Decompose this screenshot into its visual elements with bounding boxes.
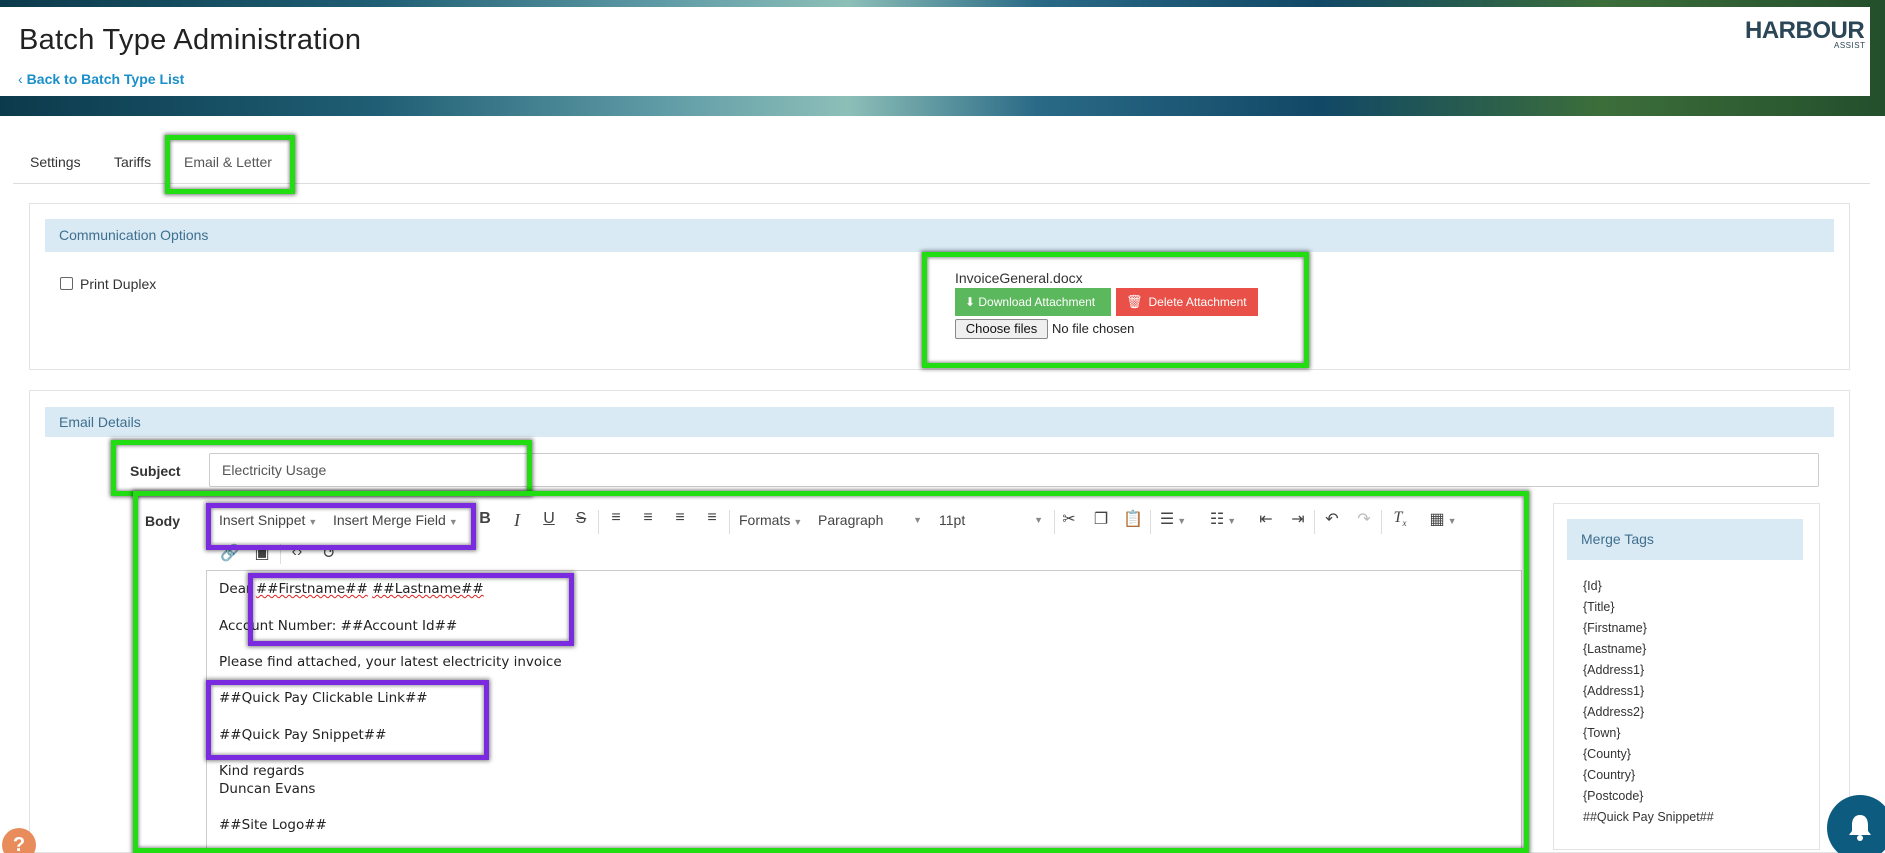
- choose-files-button[interactable]: Choose files: [955, 319, 1048, 339]
- redo-icon[interactable]: ↷: [1352, 509, 1376, 529]
- body-line-greeting: Dear ##Firstname## ##Lastname##: [219, 581, 484, 597]
- tab-bar: [13, 150, 1870, 184]
- trash-icon: 🗑: [1126, 294, 1143, 309]
- tab-email-letter[interactable]: Email & Letter: [184, 154, 272, 170]
- body-line-quick-link: ##Quick Pay Clickable Link##: [219, 690, 428, 706]
- no-file-chosen-label: No file chosen: [1052, 321, 1135, 336]
- caret-down-icon: ▼: [308, 517, 318, 527]
- page-title: Batch Type Administration: [19, 24, 362, 56]
- body-line-account: Account Number: ##Account Id##: [219, 618, 458, 634]
- link-icon[interactable]: 🔗: [218, 543, 242, 563]
- image-icon[interactable]: ▣: [250, 543, 274, 563]
- body-lastname-tag: ##Lastname##: [372, 581, 484, 597]
- merge-tag-item[interactable]: {Town}: [1583, 726, 1621, 740]
- paragraph-dropdown[interactable]: Paragraph ▼: [818, 512, 922, 528]
- merge-tag-item[interactable]: {Firstname}: [1583, 621, 1647, 635]
- chevron-left-icon: ‹: [18, 71, 23, 87]
- outdent-icon[interactable]: ⇤: [1254, 509, 1278, 529]
- tab-tariffs[interactable]: Tariffs: [114, 154, 151, 170]
- toolbar-divider: [1314, 510, 1315, 534]
- caret-down-icon: ▼: [1227, 516, 1237, 526]
- insert-snippet-dropdown[interactable]: Insert Snippet ▼: [219, 512, 317, 528]
- toolbar-divider: [598, 510, 599, 534]
- merge-tag-item[interactable]: ##Quick Pay Snippet##: [1583, 810, 1714, 824]
- subject-input[interactable]: Electricity Usage: [209, 453, 1819, 487]
- caret-down-icon: ▼: [448, 517, 458, 527]
- body-line-kind-regards: Kind regards: [219, 763, 305, 779]
- numbered-list-icon[interactable]: ☷ ▼: [1206, 509, 1240, 529]
- formats-label: Formats: [739, 512, 791, 528]
- paragraph-label: Paragraph: [818, 512, 884, 528]
- merge-tag-item[interactable]: {Address1}: [1583, 684, 1644, 698]
- align-justify-icon[interactable]: ≡: [700, 509, 724, 527]
- bullet-list-icon[interactable]: ☰ ▼: [1156, 509, 1190, 529]
- communication-heading: Communication Options: [45, 219, 1834, 252]
- indent-icon[interactable]: ⇥: [1286, 509, 1310, 529]
- insert-snippet-label: Insert Snippet: [219, 512, 306, 528]
- download-attachment-label: Download Attachment: [978, 295, 1096, 309]
- merge-tag-item[interactable]: {County}: [1583, 747, 1631, 761]
- align-left-icon[interactable]: ≡: [604, 509, 628, 527]
- body-line-site-logo: ##Site Logo##: [219, 817, 327, 833]
- cut-icon[interactable]: ✂: [1057, 509, 1081, 529]
- formats-dropdown[interactable]: Formats ▼: [739, 512, 802, 528]
- align-right-icon[interactable]: ≡: [668, 509, 692, 527]
- toolbar-divider: [280, 544, 281, 564]
- body-line-quick-snippet: ##Quick Pay Snippet##: [219, 727, 387, 743]
- email-details-heading: Email Details: [45, 407, 1834, 437]
- merge-tag-item[interactable]: {Address2}: [1583, 705, 1644, 719]
- print-duplex-label: Print Duplex: [80, 276, 157, 292]
- back-link-label: Back to Batch Type List: [26, 71, 185, 87]
- subject-label: Subject: [130, 463, 181, 479]
- restore-icon[interactable]: ↺: [317, 543, 341, 563]
- notifications-button[interactable]: [1827, 795, 1885, 853]
- body-line-please: Please find attached, your latest electr…: [219, 654, 562, 670]
- font-size-label: 11pt: [939, 512, 966, 528]
- caret-down-icon: ▼: [793, 517, 803, 527]
- insert-merge-field-label: Insert Merge Field: [333, 512, 446, 528]
- body-firstname-tag: ##Firstname##: [255, 581, 368, 597]
- underline-icon[interactable]: U: [537, 510, 561, 528]
- merge-tag-item[interactable]: {Title}: [1583, 600, 1615, 614]
- bell-icon: [1849, 815, 1871, 841]
- attachment-filename: InvoiceGeneral.docx: [955, 270, 1083, 286]
- logo-subtitle: ASSIST: [1834, 41, 1866, 50]
- italic-icon[interactable]: I: [505, 510, 529, 531]
- delete-attachment-label: Delete Attachment: [1148, 295, 1247, 309]
- download-attachment-button[interactable]: ⬇ Download Attachment: [955, 288, 1111, 316]
- toolbar-divider: [1150, 510, 1151, 534]
- align-center-icon[interactable]: ≡: [636, 509, 660, 527]
- merge-tag-item[interactable]: {Id}: [1583, 579, 1602, 593]
- merge-tag-item[interactable]: {Country}: [1583, 768, 1635, 782]
- download-icon: ⬇: [965, 295, 979, 309]
- merge-tags-heading: Merge Tags: [1567, 519, 1803, 560]
- toolbar-divider: [1381, 510, 1382, 534]
- delete-attachment-button[interactable]: 🗑 Delete Attachment: [1116, 288, 1258, 316]
- undo-icon[interactable]: ↶: [1320, 509, 1344, 529]
- toolbar-divider: [729, 510, 730, 534]
- insert-merge-field-dropdown[interactable]: Insert Merge Field ▼: [333, 512, 458, 528]
- caret-down-icon: ▼: [1447, 516, 1457, 526]
- body-line-name: Duncan Evans: [219, 781, 316, 797]
- toolbar-divider: [1054, 510, 1055, 534]
- print-duplex-checkbox[interactable]: [60, 277, 73, 290]
- body-dear-text: Dear: [219, 581, 256, 597]
- back-link[interactable]: ‹ Back to Batch Type List: [18, 71, 184, 87]
- tab-settings[interactable]: Settings: [30, 154, 81, 170]
- caret-down-icon: ▼: [1034, 515, 1043, 525]
- font-size-dropdown[interactable]: 11pt ▼: [939, 512, 1043, 528]
- bold-icon[interactable]: B: [473, 510, 497, 528]
- caret-down-icon: ▼: [913, 515, 922, 525]
- merge-tag-item[interactable]: {Address1}: [1583, 663, 1644, 677]
- table-icon[interactable]: ▦ ▼: [1426, 509, 1460, 529]
- copy-icon[interactable]: ❐: [1089, 509, 1113, 529]
- source-code-icon[interactable]: ‹›: [285, 543, 309, 561]
- clear-formatting-icon[interactable]: Tx: [1388, 509, 1412, 528]
- paste-icon[interactable]: 📋: [1121, 509, 1145, 529]
- strikethrough-icon[interactable]: S: [569, 510, 593, 528]
- caret-down-icon: ▼: [1177, 516, 1187, 526]
- body-label: Body: [145, 513, 180, 529]
- merge-tag-item[interactable]: {Lastname}: [1583, 642, 1646, 656]
- merge-tag-item[interactable]: {Postcode}: [1583, 789, 1643, 803]
